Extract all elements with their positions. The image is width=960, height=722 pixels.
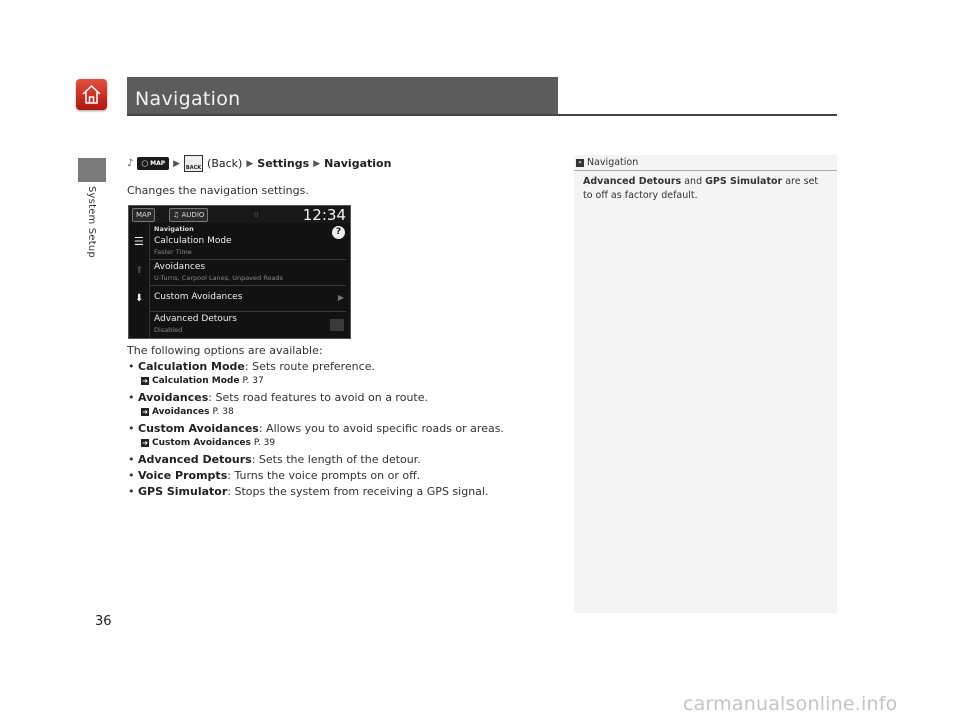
section-marker [78, 158, 106, 182]
page-title: Navigation [135, 88, 241, 110]
xref-link[interactable]: ➜ Avoidances P. 38 [141, 407, 234, 417]
note-divider [574, 170, 837, 171]
arrow-right-icon: ▶ [246, 158, 254, 169]
screen-indicator: 0 [254, 211, 259, 219]
xref-arrow-icon: ➜ [141, 439, 149, 447]
screen-top-bar: MAP ♫ AUDIO 0 12:34 [129, 206, 350, 224]
note-arrow-icon: » [576, 158, 584, 167]
checkbox-icon [330, 319, 344, 331]
note-panel [574, 155, 837, 613]
breadcrumb-navigation: Navigation [324, 157, 392, 170]
note-body: Advanced Detours and GPS Simulator are s… [583, 176, 819, 201]
intro-text: Changes the navigation settings. [127, 184, 309, 197]
option-item: • Custom Avoidances: Allows you to avoid… [128, 422, 504, 435]
watermark: carmanualsonline.info [683, 693, 898, 715]
chevron-right-icon: ▶ [337, 293, 344, 302]
back-button-icon: BACK [184, 155, 204, 172]
scroll-down-icon: ⬇ [135, 293, 144, 304]
nav-screen-image: MAP ♫ AUDIO 0 12:34 ☰ ⬆ ⬇ Navigation ? C… [128, 205, 351, 339]
home-glyph-icon: ◯ [141, 160, 149, 167]
back-label: (Back) [207, 157, 243, 170]
page-number: 36 [95, 614, 112, 629]
screen-map-button: MAP [132, 208, 156, 222]
screen-section-title: Navigation [154, 225, 194, 233]
screen-audio-button: ♫ AUDIO [169, 208, 209, 222]
options-heading: The following options are available: [127, 344, 323, 357]
option-item: • Avoidances: Sets road features to avoi… [128, 391, 428, 404]
screen-left-rail: ☰ ⬆ ⬇ [129, 223, 150, 338]
voice-command-icon: ♪ [127, 158, 134, 169]
option-item: • Calculation Mode: Sets route preferenc… [128, 360, 375, 373]
option-item: • Voice Prompts: Turns the voice prompts… [128, 469, 421, 482]
menu-icon: ☰ [134, 235, 144, 248]
title-rule [127, 114, 837, 116]
xref-arrow-icon: ➜ [141, 408, 149, 416]
screen-row: Advanced Detours Disabled [150, 311, 346, 338]
xref-arrow-icon: ➜ [141, 377, 149, 385]
xref-link[interactable]: ➜ Calculation Mode P. 37 [141, 376, 264, 386]
screen-row: Avoidances U-Turns, Carpool Lanes, Unpav… [150, 259, 346, 286]
option-item: • Advanced Detours: Sets the length of t… [128, 453, 421, 466]
breadcrumb: ♪ ◯ MAP ▶ BACK (Back) ▶ Settings ▶ Naviga… [127, 155, 391, 172]
scroll-up-icon: ⬆ [135, 265, 144, 276]
breadcrumb-settings: Settings [257, 157, 310, 170]
note-heading: » Navigation [576, 157, 638, 168]
arrow-right-icon: ▶ [173, 158, 181, 169]
section-tab-label: System Setup [86, 186, 97, 258]
arrow-right-icon: ▶ [313, 158, 321, 169]
home-icon[interactable] [76, 79, 107, 110]
screen-row: Calculation Mode Faster Time [150, 233, 346, 260]
option-item: • GPS Simulator: Stops the system from r… [128, 485, 489, 498]
xref-link[interactable]: ➜ Custom Avoidances P. 39 [141, 438, 275, 448]
screen-row: Custom Avoidances ▶ [150, 285, 346, 312]
map-button-icon: ◯ MAP [137, 157, 170, 170]
screen-clock: 12:34 [302, 206, 346, 224]
